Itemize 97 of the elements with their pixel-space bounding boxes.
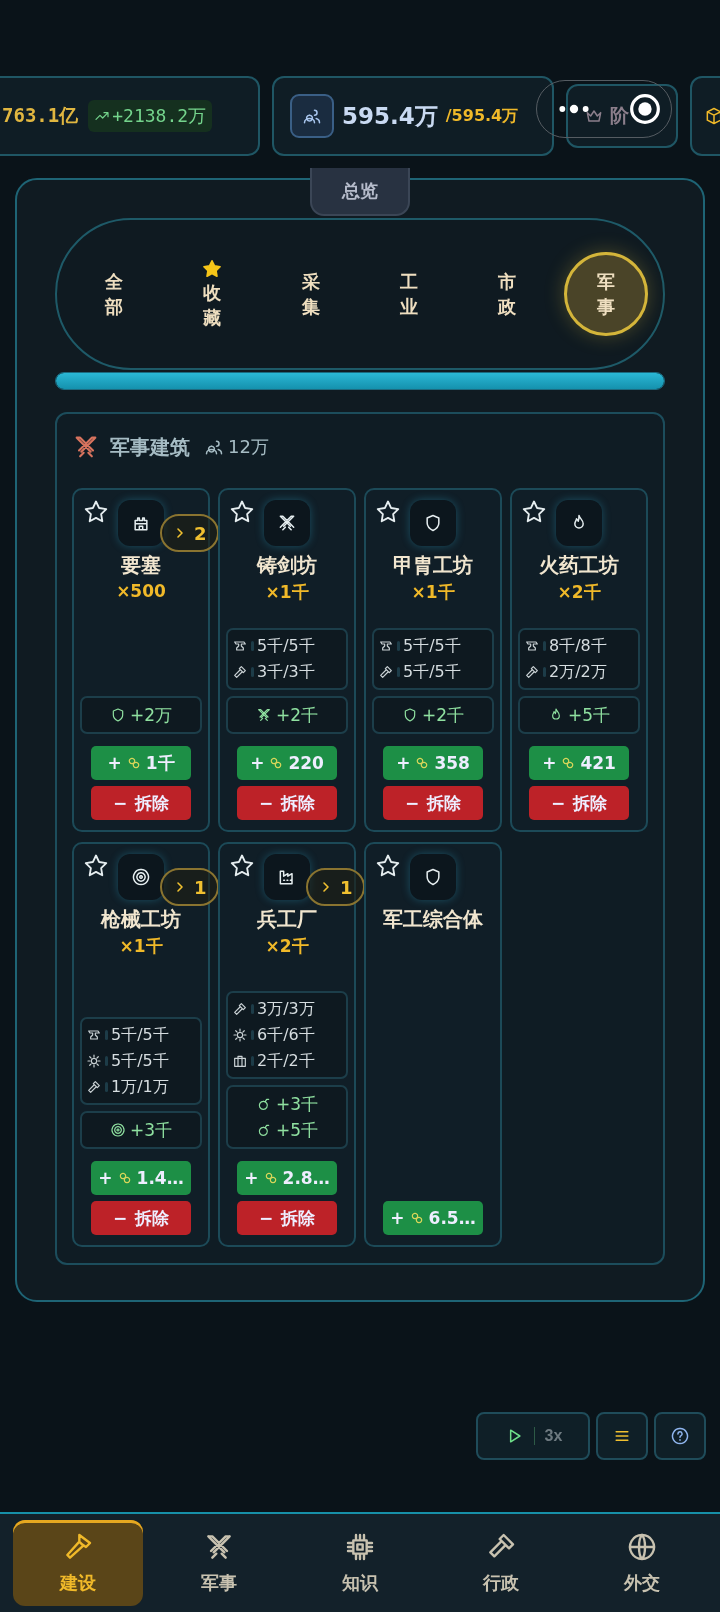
demolish-button[interactable]: − 拆除 — [91, 786, 191, 820]
requirement-amount: 2千/2千 — [257, 1050, 315, 1072]
build-button[interactable]: + 1.4… — [91, 1161, 191, 1195]
chip-icon — [344, 1531, 376, 1563]
output-amount: +3千 — [275, 1092, 319, 1116]
help-icon — [670, 1426, 690, 1446]
output-amount: +2千 — [275, 703, 319, 727]
population-value: 595.4万 — [342, 101, 438, 131]
building-count: ×1千 — [411, 581, 455, 604]
building-name: 铸剑坊 — [257, 552, 317, 579]
anvil-icon — [86, 1027, 102, 1043]
build-button[interactable]: + 6.5… — [383, 1201, 483, 1235]
demolish-button[interactable]: − 拆除 — [237, 786, 337, 820]
more-icon — [557, 104, 591, 114]
speed-button[interactable]: 3x — [476, 1412, 590, 1460]
output-amount: +2千 — [421, 703, 465, 727]
building-count: ×1千 — [265, 581, 309, 604]
build-button[interactable]: + 2.8… — [237, 1161, 337, 1195]
close-program-icon — [629, 93, 661, 125]
requirement-amount: 5千/5千 — [403, 635, 461, 657]
demolish-button[interactable]: − 拆除 — [91, 1201, 191, 1235]
requirement-amount: 8千/8千 — [549, 635, 607, 657]
output-amount: +5千 — [275, 1118, 319, 1142]
upgrade-badge[interactable]: 1 — [160, 868, 219, 906]
output-amount: +2万 — [129, 703, 173, 727]
category-tab[interactable]: 采集 — [268, 252, 353, 336]
target-icon — [118, 854, 164, 900]
nav-tab[interactable]: 建设 — [13, 1520, 144, 1606]
category-tab[interactable]: 收藏 — [170, 252, 255, 336]
crossed-swords-icon — [255, 707, 272, 723]
building-count: ×2千 — [557, 581, 601, 604]
menu-button[interactable] — [596, 1412, 648, 1460]
crossed-swords-icon — [264, 500, 310, 546]
help-button[interactable] — [654, 1412, 706, 1460]
requirement-amount: 3万/3万 — [257, 998, 315, 1020]
upgrade-badge[interactable]: 2 — [160, 514, 219, 552]
section-title: 军事建筑 — [110, 433, 190, 461]
build-button[interactable]: + 421 — [529, 746, 629, 780]
demolish-button[interactable]: − 拆除 — [529, 786, 629, 820]
requirement-amount: 5千/5千 — [257, 635, 315, 657]
nav-tab[interactable]: 知识 — [295, 1520, 425, 1606]
hammer-icon — [232, 1001, 248, 1017]
income-value: +2138.2万 — [112, 104, 207, 128]
requirement-amount: 5千/5千 — [403, 661, 461, 683]
population-limit: /595.4万 — [445, 105, 519, 127]
category-tab[interactable]: 军事 — [563, 252, 648, 336]
output-amount: +3千 — [129, 1118, 173, 1142]
castle-icon — [118, 500, 164, 546]
star-icon — [201, 257, 224, 280]
building-name: 要塞 — [121, 552, 161, 579]
building-name: 甲胄工坊 — [393, 552, 473, 579]
section-population: 12万 — [228, 435, 269, 459]
anvil-icon — [378, 638, 394, 654]
build-button[interactable]: + 220 — [237, 746, 337, 780]
hammer-icon — [378, 664, 394, 680]
category-tab[interactable]: 全部 — [72, 252, 157, 336]
crate-icon — [232, 1053, 248, 1069]
building-name: 兵工厂 — [257, 906, 317, 933]
building-count: ×2千 — [265, 935, 309, 958]
output-amount: +5千 — [567, 703, 611, 727]
building-name: 军工综合体 — [383, 906, 483, 933]
hammer-icon — [86, 1079, 102, 1095]
demolish-button[interactable]: − 拆除 — [383, 786, 483, 820]
requirement-amount: 2万/2万 — [549, 661, 607, 683]
anvil-icon — [232, 638, 248, 654]
building-count: ×1千 — [119, 935, 163, 958]
nav-tab[interactable]: 行政 — [435, 1520, 566, 1606]
box-icon — [704, 106, 720, 126]
overview-tab[interactable]: 总览 — [310, 168, 410, 216]
nav-tab[interactable]: 军事 — [154, 1520, 285, 1606]
requirement-amount: 6千/6千 — [257, 1024, 315, 1046]
requirement-amount: 3千/3千 — [257, 661, 315, 683]
requirement-amount: 1万/1万 — [111, 1076, 169, 1098]
building-name: 火药工坊 — [539, 552, 619, 579]
requirement-amount: 5千/5千 — [111, 1024, 169, 1046]
category-tab[interactable]: 市政 — [465, 252, 550, 336]
class-button[interactable]: 阶 — [566, 84, 678, 148]
requirement-amount: 5千/5千 — [111, 1050, 169, 1072]
build-button[interactable]: + 358 — [383, 746, 483, 780]
flame-icon — [556, 500, 602, 546]
building-name: 枪械工坊 — [101, 906, 181, 933]
shield-icon — [410, 854, 456, 900]
shield-icon — [410, 500, 456, 546]
money-value: 763.1亿 — [2, 103, 79, 128]
factory-icon — [264, 854, 310, 900]
category-tab[interactable]: 工业 — [367, 252, 452, 336]
target-icon — [109, 1122, 126, 1138]
upgrade-badge[interactable]: 1 — [306, 868, 365, 906]
hammer-icon — [232, 664, 248, 680]
nav-tab[interactable]: 外交 — [576, 1520, 707, 1606]
people-icon — [204, 437, 224, 457]
building-count: ×500 — [116, 581, 166, 601]
hammer-icon — [524, 664, 540, 680]
demolish-button[interactable]: − 拆除 — [237, 1201, 337, 1235]
people-icon — [290, 94, 334, 138]
anvil-icon — [524, 638, 540, 654]
build-button[interactable]: + 1千 — [91, 746, 191, 780]
